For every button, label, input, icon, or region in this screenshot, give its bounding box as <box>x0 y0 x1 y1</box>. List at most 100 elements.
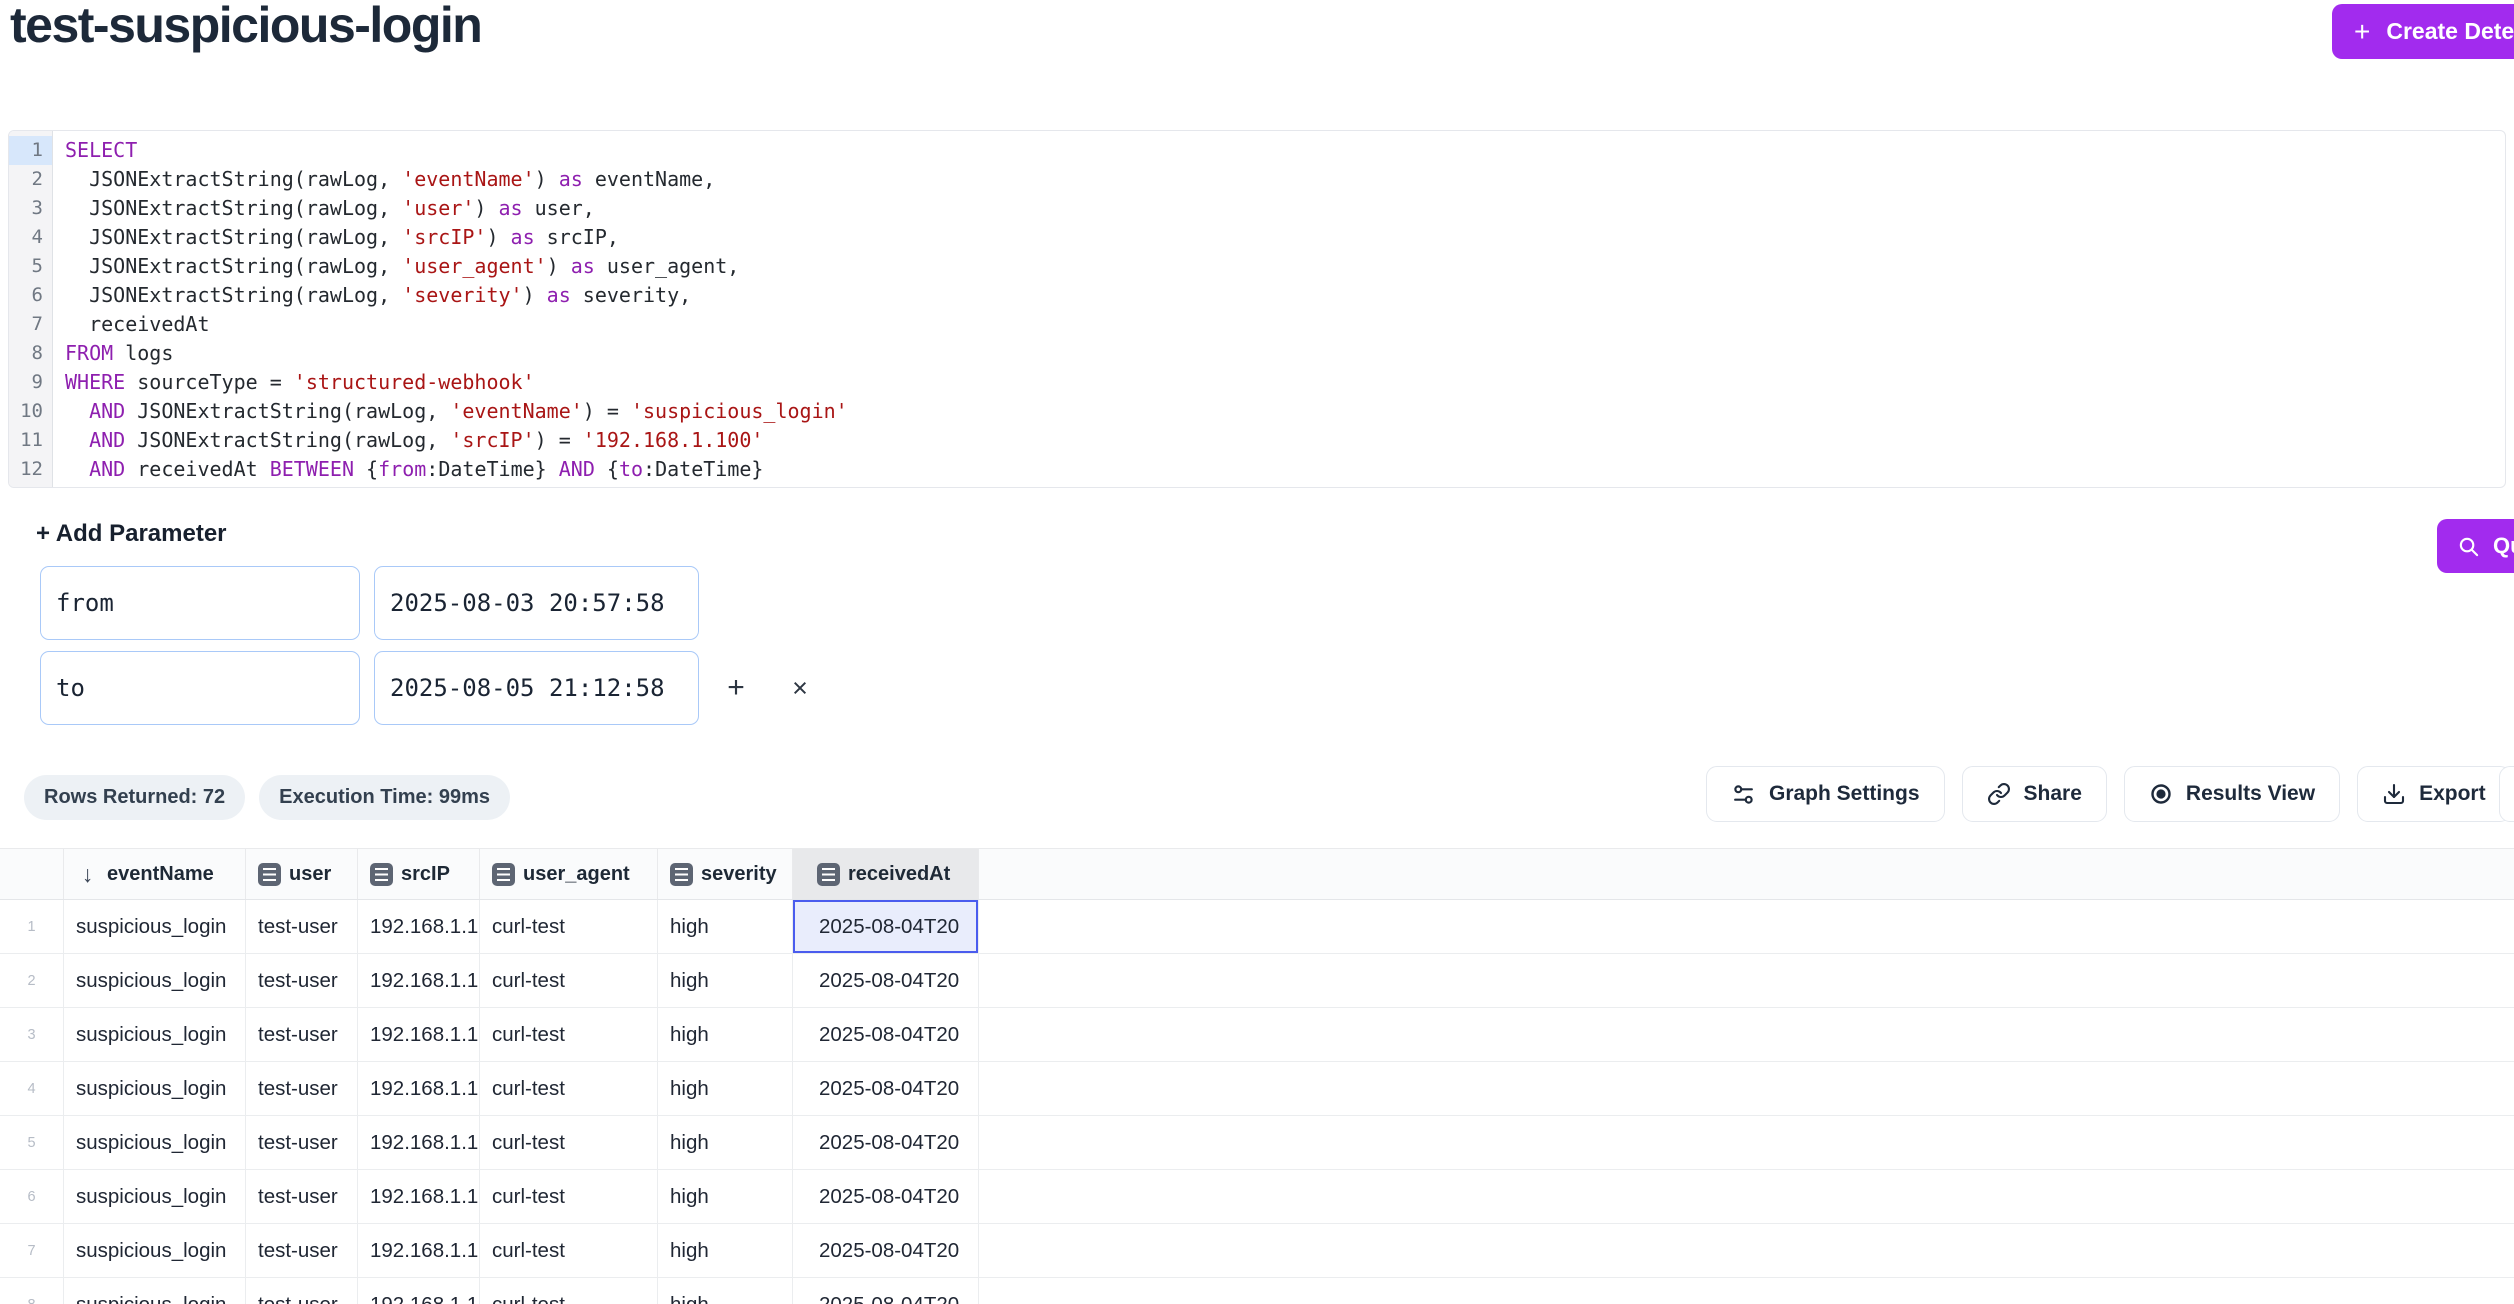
table-cell[interactable]: 192.168.1.100 <box>358 1116 480 1169</box>
table-cell[interactable]: high <box>658 954 793 1007</box>
code-line[interactable]: AND receivedAt BETWEEN {from:DateTime} A… <box>65 455 2505 484</box>
param-value-input-to[interactable] <box>374 651 699 725</box>
table-cell[interactable]: test-user <box>246 1008 358 1061</box>
column-label: srcIP <box>401 863 450 886</box>
code-line[interactable]: WHERE sourceType = 'structured-webhook' <box>65 368 2505 397</box>
table-cell[interactable]: 192.168.1.100 <box>358 1170 480 1223</box>
param-name-input-to[interactable] <box>40 651 360 725</box>
table-header-row: ↓ eventName user srcIP user_agent severi… <box>0 848 2514 900</box>
param-value-input-from[interactable] <box>374 566 699 640</box>
table-cell[interactable]: curl-test <box>480 1170 658 1223</box>
table-cell[interactable]: curl-test <box>480 1116 658 1169</box>
table-cell[interactable]: high <box>658 1008 793 1061</box>
table-cell[interactable]: suspicious_login <box>64 1224 246 1277</box>
table-cell[interactable]: 2025-08-04T20 <box>793 1116 979 1169</box>
text-column-icon <box>670 863 693 886</box>
share-button[interactable]: Share <box>1962 766 2107 822</box>
table-cell[interactable]: high <box>658 1170 793 1223</box>
column-header-eventname[interactable]: ↓ eventName <box>64 849 246 899</box>
code-line[interactable]: receivedAt <box>65 310 2505 339</box>
code-line[interactable]: AND JSONExtractString(rawLog, 'eventName… <box>65 397 2505 426</box>
row-number: 8 <box>0 1278 64 1304</box>
table-cell[interactable]: curl-test <box>480 900 658 953</box>
table-cell[interactable]: suspicious_login <box>64 900 246 953</box>
table-cell[interactable]: test-user <box>246 954 358 1007</box>
results-table: ↓ eventName user srcIP user_agent severi… <box>0 848 2514 1304</box>
add-parameter-row-button[interactable]: + <box>714 651 758 725</box>
table-cell[interactable]: 2025-08-04T20 <box>793 1224 979 1277</box>
table-cell[interactable]: suspicious_login <box>64 1008 246 1061</box>
table-cell[interactable]: 192.168.1.100 <box>358 1008 480 1061</box>
column-header-srcip[interactable]: srcIP <box>358 849 480 899</box>
editor-code[interactable]: SELECT JSONExtractString(rawLog, 'eventN… <box>53 131 2505 487</box>
table-cell[interactable]: high <box>658 1062 793 1115</box>
sort-descending-icon[interactable]: ↓ <box>76 861 99 888</box>
code-line[interactable]: JSONExtractString(rawLog, 'severity') as… <box>65 281 2505 310</box>
column-header-useragent[interactable]: user_agent <box>480 849 658 899</box>
table-cell[interactable]: 2025-08-04T20 <box>793 1008 979 1061</box>
code-line[interactable]: JSONExtractString(rawLog, 'user') as use… <box>65 194 2505 223</box>
table-cell[interactable]: curl-test <box>480 954 658 1007</box>
table-cell[interactable]: 192.168.1.100 <box>358 1062 480 1115</box>
line-number: 5 <box>9 252 52 281</box>
results-view-button[interactable]: Results View <box>2124 766 2340 822</box>
table-cell[interactable]: test-user <box>246 1116 358 1169</box>
line-number: 11 <box>9 426 52 455</box>
query-button[interactable]: Qu <box>2437 519 2514 573</box>
row-number: 2 <box>0 954 64 1007</box>
table-cell[interactable]: suspicious_login <box>64 954 246 1007</box>
table-cell[interactable]: 2025-08-04T20 <box>793 1278 979 1304</box>
overflow-action-button[interactable] <box>2499 766 2514 822</box>
table-cell[interactable]: high <box>658 1278 793 1304</box>
code-line[interactable]: JSONExtractString(rawLog, 'eventName') a… <box>65 165 2505 194</box>
code-line[interactable]: JSONExtractString(rawLog, 'srcIP') as sr… <box>65 223 2505 252</box>
create-detection-button[interactable]: + Create Detect <box>2332 4 2514 59</box>
code-line[interactable]: FROM logs <box>65 339 2505 368</box>
column-header-receivedat[interactable]: receivedAt <box>793 849 979 899</box>
export-button[interactable]: Export <box>2357 766 2511 822</box>
row-filler <box>979 1116 2514 1169</box>
table-cell[interactable]: 2025-08-04T20 <box>793 1170 979 1223</box>
table-cell[interactable]: suspicious_login <box>64 1062 246 1115</box>
remove-parameter-row-button[interactable]: × <box>778 651 822 725</box>
table-cell[interactable]: suspicious_login <box>64 1116 246 1169</box>
row-number: 7 <box>0 1224 64 1277</box>
table-cell[interactable]: 192.168.1.100 <box>358 954 480 1007</box>
table-cell[interactable]: test-user <box>246 1278 358 1304</box>
table-cell[interactable]: 2025-08-04T20 <box>793 900 979 953</box>
table-cell[interactable]: high <box>658 1116 793 1169</box>
table-cell[interactable]: test-user <box>246 1224 358 1277</box>
table-cell[interactable]: 192.168.1.100 <box>358 1278 480 1304</box>
table-cell[interactable]: curl-test <box>480 1008 658 1061</box>
table-cell[interactable]: test-user <box>246 900 358 953</box>
table-cell[interactable]: suspicious_login <box>64 1278 246 1304</box>
add-parameter-button[interactable]: + Add Parameter <box>36 520 227 548</box>
code-line[interactable]: SELECT <box>65 136 2505 165</box>
code-line[interactable]: AND JSONExtractString(rawLog, 'srcIP') =… <box>65 426 2505 455</box>
table-cell[interactable]: suspicious_login <box>64 1170 246 1223</box>
code-line[interactable]: JSONExtractString(rawLog, 'user_agent') … <box>65 252 2505 281</box>
sql-editor[interactable]: 123456789101112 SELECT JSONExtractString… <box>8 130 2506 488</box>
table-cell[interactable]: high <box>658 1224 793 1277</box>
line-number: 7 <box>9 310 52 339</box>
graph-settings-label: Graph Settings <box>1769 782 1920 806</box>
line-number: 3 <box>9 194 52 223</box>
column-header-user[interactable]: user <box>246 849 358 899</box>
table-cell[interactable]: test-user <box>246 1062 358 1115</box>
table-cell[interactable]: test-user <box>246 1170 358 1223</box>
table-cell[interactable]: 2025-08-04T20 <box>793 954 979 1007</box>
table-cell[interactable]: curl-test <box>480 1062 658 1115</box>
column-header-severity[interactable]: severity <box>658 849 793 899</box>
table-cell[interactable]: curl-test <box>480 1278 658 1304</box>
table-cell[interactable]: 2025-08-04T20 <box>793 1062 979 1115</box>
param-name-input-from[interactable] <box>40 566 360 640</box>
table-cell[interactable]: curl-test <box>480 1224 658 1277</box>
table-cell[interactable]: 192.168.1.100 <box>358 900 480 953</box>
table-cell[interactable]: high <box>658 900 793 953</box>
table-cell[interactable]: 192.168.1.100 <box>358 1224 480 1277</box>
graph-settings-button[interactable]: Graph Settings <box>1706 766 1945 822</box>
line-number: 2 <box>9 165 52 194</box>
header-filler <box>979 849 2514 899</box>
row-filler <box>979 1008 2514 1061</box>
editor-gutter: 123456789101112 <box>9 131 53 487</box>
